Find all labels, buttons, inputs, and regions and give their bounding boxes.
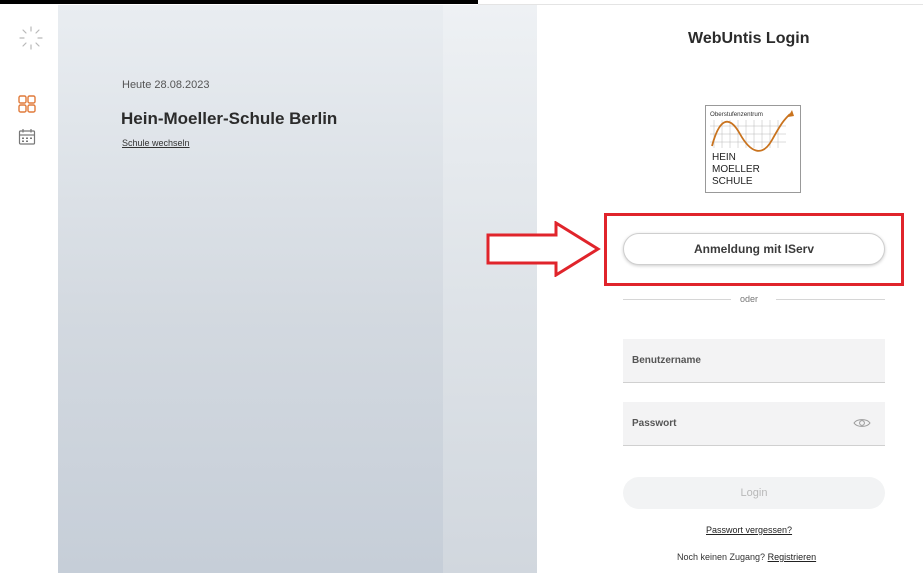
password-field[interactable] bbox=[623, 402, 885, 446]
forgot-password-link[interactable]: Passwort vergessen? bbox=[706, 525, 792, 535]
school-logo-graphic: Oberstufenzentrum HEIN MOELLER SCHULE bbox=[710, 110, 794, 187]
top-divider bbox=[478, 4, 923, 5]
school-hero-panel bbox=[58, 5, 443, 573]
separator-label: oder bbox=[740, 294, 759, 304]
show-password-eye-icon[interactable] bbox=[853, 417, 871, 429]
svg-text:MOELLER: MOELLER bbox=[712, 164, 760, 175]
school-logo: Oberstufenzentrum HEIN MOELLER SCHULE bbox=[705, 105, 801, 193]
loading-spinner-icon bbox=[19, 26, 43, 50]
switch-school-link[interactable]: Schule wechseln bbox=[122, 138, 190, 148]
separator-line-left bbox=[623, 299, 731, 300]
no-access-row: Noch keinen Zugang? Registrieren bbox=[677, 552, 816, 562]
school-hero-panel-edge bbox=[443, 5, 537, 573]
svg-text:Oberstufenzentrum: Oberstufenzentrum bbox=[710, 111, 763, 118]
svg-text:HEIN: HEIN bbox=[712, 152, 736, 163]
register-link[interactable]: Registrieren bbox=[768, 552, 817, 562]
no-access-text: Noch keinen Zugang? bbox=[677, 552, 766, 562]
today-date: Heute 28.08.2023 bbox=[122, 79, 210, 91]
top-black-bar bbox=[0, 0, 478, 4]
password-input[interactable] bbox=[623, 402, 832, 444]
iserv-login-button[interactable]: Anmeldung mit IServ bbox=[623, 233, 885, 265]
page-title: WebUntis Login bbox=[688, 30, 810, 47]
school-name: Hein-Moeller-Schule Berlin bbox=[121, 109, 338, 128]
dashboard-icon[interactable] bbox=[18, 95, 36, 113]
annotation-arrow-icon bbox=[486, 221, 601, 277]
username-field[interactable] bbox=[623, 339, 885, 383]
icon-rail bbox=[0, 5, 58, 581]
login-button[interactable]: Login bbox=[623, 477, 885, 509]
separator-line-right bbox=[776, 299, 885, 300]
username-input[interactable] bbox=[623, 339, 832, 381]
calendar-icon[interactable] bbox=[18, 128, 36, 146]
svg-text:SCHULE: SCHULE bbox=[712, 176, 753, 187]
